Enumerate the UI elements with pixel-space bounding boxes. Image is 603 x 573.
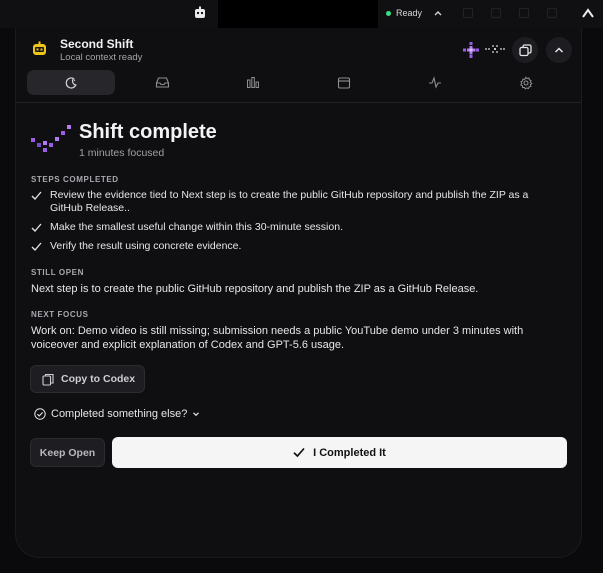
calendar-icon [337, 77, 351, 89]
copy-windows-icon [518, 43, 532, 56]
tab-stats[interactable] [209, 70, 297, 95]
i-completed-it-button[interactable]: I Completed It [112, 437, 567, 468]
i-completed-it-label: I Completed It [313, 446, 386, 459]
inbox-icon [155, 77, 169, 88]
keep-open-button[interactable]: Keep Open [30, 438, 105, 467]
checkmark-icon [31, 223, 42, 232]
robot-mascot-icon [33, 41, 46, 55]
step-text: Verify the result using concrete evidenc… [50, 240, 242, 252]
pixel-check-icon [31, 125, 71, 152]
status-text: Ready [396, 8, 423, 18]
next-focus-text: Work on: Demo video is still missing; su… [31, 325, 524, 351]
chevron-up-icon [554, 47, 564, 53]
step-text: Review the evidence tied to Next step is… [50, 189, 529, 214]
shift-panel: Second Shift Local context ready Shift c… [15, 28, 582, 558]
steps-list: Review the evidence tied to Next step is… [31, 189, 551, 259]
still-open-text: Next step is to create the public GitHub… [31, 283, 479, 295]
menubar: Ready [0, 0, 603, 28]
menubar-extra-icon [519, 8, 529, 18]
chevron-down-icon [193, 412, 200, 417]
copy-to-codex-button[interactable]: Copy to Codex [30, 365, 145, 393]
focused-duration: 1 minutes focused [79, 147, 165, 159]
gear-icon [520, 75, 533, 90]
tab-calendar[interactable] [300, 70, 388, 95]
status-indicator[interactable]: Ready [386, 8, 443, 18]
status-dot [386, 10, 391, 16]
pixel-dots-icon [485, 45, 505, 53]
panel-header: Second Shift Local context ready [16, 28, 581, 70]
check-circle-icon [34, 408, 46, 420]
list-item: Make the smallest useful change within t… [31, 221, 551, 234]
tab-bar [27, 70, 572, 95]
menubar-extra-icon [463, 8, 473, 18]
header-divider [16, 102, 581, 103]
clipboard-icon [42, 373, 54, 386]
menubar-extra-icon [491, 8, 501, 18]
checkmark-icon [31, 242, 42, 251]
list-item: Verify the result using concrete evidenc… [31, 240, 551, 253]
bar-chart-icon [247, 77, 259, 88]
checkmark-icon [293, 447, 305, 458]
still-open-label: STILL OPEN [31, 268, 84, 277]
tab-settings[interactable] [482, 70, 570, 95]
chevron-up-icon [434, 11, 442, 16]
completed-something-else-toggle[interactable]: Completed something else? [34, 408, 200, 420]
menubar-extra-icon [547, 8, 557, 18]
tab-inbox[interactable] [118, 70, 206, 95]
menubar-arrow-icon[interactable] [581, 7, 595, 21]
moon-icon [65, 76, 77, 89]
app-subtitle: Local context ready [60, 52, 143, 63]
camera-notch [218, 0, 378, 28]
list-item: Review the evidence tied to Next step is… [31, 189, 551, 215]
app-robot-icon[interactable] [193, 6, 207, 20]
tab-focus[interactable] [27, 70, 115, 95]
summary-title: Shift complete [79, 121, 217, 143]
completed-something-else-label: Completed something else? [51, 408, 188, 420]
copy-window-button[interactable] [512, 37, 538, 63]
app-title: Second Shift [60, 37, 134, 51]
step-text: Make the smallest useful change within t… [50, 221, 343, 233]
checkmark-icon [31, 191, 42, 200]
collapse-button[interactable] [546, 37, 572, 63]
copy-to-codex-label: Copy to Codex [61, 373, 136, 385]
activity-icon [429, 76, 441, 89]
steps-completed-label: STEPS COMPLETED [31, 175, 119, 184]
tab-activity[interactable] [391, 70, 479, 95]
next-focus-label: NEXT FOCUS [31, 310, 89, 319]
sparkle-plus-icon [463, 42, 479, 58]
